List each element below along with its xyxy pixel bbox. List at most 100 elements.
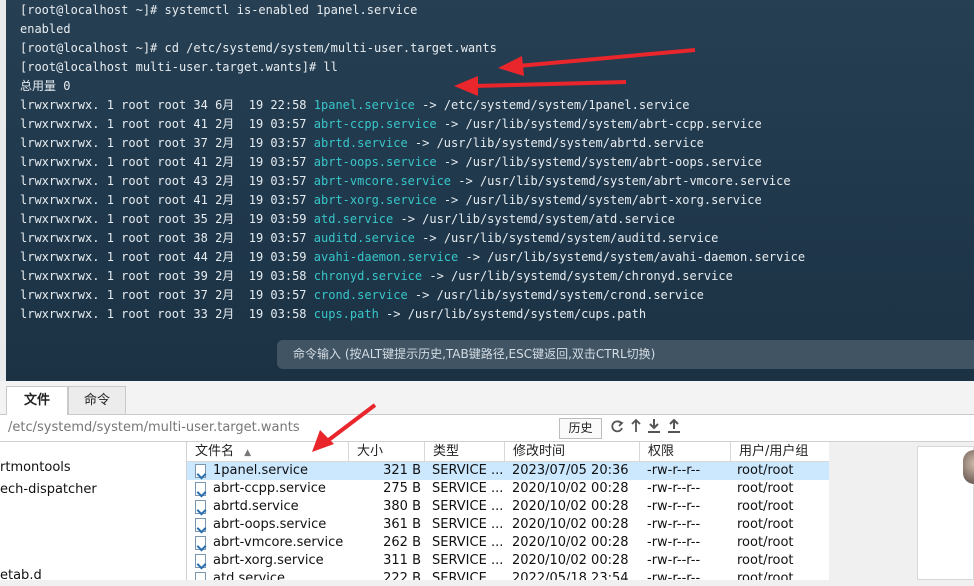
file-permissions: -rw-r--r-- [647,463,701,478]
preview-pane [829,442,974,580]
file-name: abrt-ccpp.service [213,481,326,496]
table-row[interactable]: atd.service 222 B SERVICE ... 2022/05/18 23… [187,570,829,580]
path-bar: /etc/systemd/system/multi-user.target.wa… [0,415,974,442]
symlink-target: -> /usr/lib/systemd/system/atd.service [393,212,676,226]
table-row[interactable]: abrt-vmcore.service 262 B SERVICE ... 2020/… [187,534,829,552]
window-edge [0,0,6,381]
symlink-name: 1panel.service [313,98,415,112]
column-header-modified[interactable]: 修改时间 [505,442,640,461]
terminal-line-text: lrwxrwxrwx. 1 root root 41 2月 19 03:57 [20,155,314,169]
tab-files[interactable]: 文件 [6,386,68,415]
symlink-target: -> /etc/systemd/system/1panel.service [414,98,690,112]
file-owner: root/root [737,571,794,580]
symlink-name: abrtd.service [313,136,408,150]
symlink-target: -> /usr/lib/systemd/system/crond.service [407,288,704,302]
tree-item[interactable]: ech-dispatcher [0,480,97,500]
file-modified: 2020/10/02 00:28 [512,499,629,514]
terminal-line-text: [root@localhost ~]# systemctl is-enabled… [20,3,418,17]
file-owner: root/root [737,535,794,550]
terminal-line-text: lrwxrwxrwx. 1 root root 34 6月 19 22:58 [20,98,314,112]
file-size: 380 B [383,499,421,514]
terminal-line: lrwxrwxrwx. 1 root root 37 2月 19 03:57 a… [20,134,805,153]
terminal-line: [root@localhost ~]# systemctl is-enabled… [20,1,805,20]
column-header-name[interactable]: 文件名 ▲ [187,442,349,461]
file-type: SERVICE ... [432,499,504,514]
terminal-line-text: lrwxrwxrwx. 1 root root 33 2月 19 03:58 [20,307,314,321]
file-name: 1panel.service [213,463,309,478]
file-permissions: -rw-r--r-- [647,571,701,580]
file-owner: root/root [737,463,794,478]
file-permissions: -rw-r--r-- [647,517,701,532]
file-modified: 2020/10/02 00:28 [512,535,629,550]
file-list[interactable]: 文件名 ▲ 大小 类型 修改时间 权限 用户/用户组 1panel.servic… [187,442,829,580]
table-row[interactable]: 1panel.service 321 B SERVICE ... 2023/07/05… [187,462,829,480]
terminal-line: lrwxrwxrwx. 1 root root 41 2月 19 03:57 a… [20,153,805,172]
file-size: 275 B [383,481,421,496]
terminal-line: lrwxrwxrwx. 1 root root 37 2月 19 03:57 c… [20,286,805,305]
download-icon[interactable] [646,418,661,436]
symlink-name: abrt-xorg.service [313,193,437,207]
history-button[interactable]: 历史 [559,418,602,439]
file-list-header: 文件名 ▲ 大小 类型 修改时间 权限 用户/用户组 [187,442,829,462]
symlink-target: -> /usr/lib/systemd/system/cups.path [378,307,647,321]
sort-ascending-icon: ▲ [244,448,252,458]
terminal-line-text: 总用量 0 [20,79,71,93]
terminal-line: 总用量 0 [20,77,805,96]
file-shortcut-icon [195,554,206,568]
symlink-target: -> /usr/lib/systemd/system/abrt-oops.ser… [436,155,762,169]
column-header-type[interactable]: 类型 [425,442,505,461]
command-input-hint[interactable]: 命令输入 (按ALT键提示历史,TAB键路径,ESC键返回,双击CTRL切换) [277,340,974,369]
file-type: SERVICE ... [432,463,504,478]
column-header-permissions[interactable]: 权限 [640,442,731,461]
file-owner: root/root [737,481,794,496]
column-header-size[interactable]: 大小 [349,442,425,461]
table-row[interactable]: abrt-xorg.service 311 B SERVICE ... 2020/10… [187,552,829,570]
terminal-line: [root@localhost ~]# cd /etc/systemd/syst… [20,39,805,58]
refresh-icon[interactable] [609,418,624,436]
path-input[interactable]: /etc/systemd/system/multi-user.target.wa… [8,418,548,438]
terminal-line-text: lrwxrwxrwx. 1 root root 41 2月 19 03:57 [20,193,314,207]
terminal-line-text: lrwxrwxrwx. 1 root root 39 2月 19 03:58 [20,269,314,283]
file-name: abrt-xorg.service [213,553,324,568]
file-name: atd.service [213,571,286,580]
file-type: SERVICE ... [432,481,504,496]
symlink-name: chronyd.service [313,269,423,283]
terminal-line: lrwxrwxrwx. 1 root root 34 6月 19 22:58 1… [20,96,805,115]
file-size: 222 B [383,571,421,580]
table-row[interactable]: abrtd.service 380 B SERVICE ... 2020/10/02 … [187,498,829,516]
terminal-pane[interactable]: [root@localhost ~]# systemctl is-enabled… [0,0,974,381]
symlink-name: abrt-ccpp.service [313,117,437,131]
upload-icon[interactable] [666,418,681,436]
terminal-line-text: lrwxrwxrwx. 1 root root 38 2月 19 03:57 [20,231,314,245]
symlink-name: auditd.service [313,231,415,245]
terminal-line-text: lrwxrwxrwx. 1 root root 44 2月 19 03:59 [20,250,314,264]
terminal-line-text: lrwxrwxrwx. 1 root root 35 2月 19 03:59 [20,212,314,226]
up-icon[interactable] [628,418,643,436]
terminal-line-text: lrwxrwxrwx. 1 root root 37 2月 19 03:57 [20,288,314,302]
terminal-line: lrwxrwxrwx. 1 root root 43 2月 19 03:57 a… [20,172,805,191]
file-owner: root/root [737,553,794,568]
terminal-line-text: [root@localhost multi-user.target.wants]… [20,60,338,74]
tree-item[interactable]: rtmontools [0,458,71,478]
terminal-line: lrwxrwxrwx. 1 root root 41 2月 19 03:57 a… [20,191,805,210]
file-shortcut-icon [195,536,206,550]
table-row[interactable]: abrt-ccpp.service 275 B SERVICE ... 2020/10… [187,480,829,498]
directory-tree[interactable]: rtmontools ech-dispatcher etab.d [0,442,187,583]
terminal-line-text: [root@localhost ~]# cd /etc/systemd/syst… [20,41,497,55]
column-header-label: 文件名 [195,444,235,459]
column-header-owner[interactable]: 用户/用户组 [731,442,829,461]
file-type: SERVICE ... [432,571,504,580]
symlink-target: -> /usr/lib/systemd/system/avahi-daemon.… [458,250,806,264]
file-modified: 2020/10/02 00:28 [512,553,629,568]
table-row[interactable]: abrt-oops.service 361 B SERVICE ... 2020/10… [187,516,829,534]
symlink-target: -> /usr/lib/systemd/system/abrtd.service [407,136,704,150]
file-modified: 2022/05/18 23:54 [512,571,629,580]
terminal-line-text: lrwxrwxrwx. 1 root root 43 2月 19 03:57 [20,174,314,188]
file-permissions: -rw-r--r-- [647,499,701,514]
file-permissions: -rw-r--r-- [647,553,701,568]
symlink-name: abrt-vmcore.service [313,174,452,188]
file-shortcut-icon [195,500,206,514]
tab-commands[interactable]: 命令 [68,386,126,414]
file-size: 262 B [383,535,421,550]
tree-item[interactable]: etab.d [0,566,42,586]
